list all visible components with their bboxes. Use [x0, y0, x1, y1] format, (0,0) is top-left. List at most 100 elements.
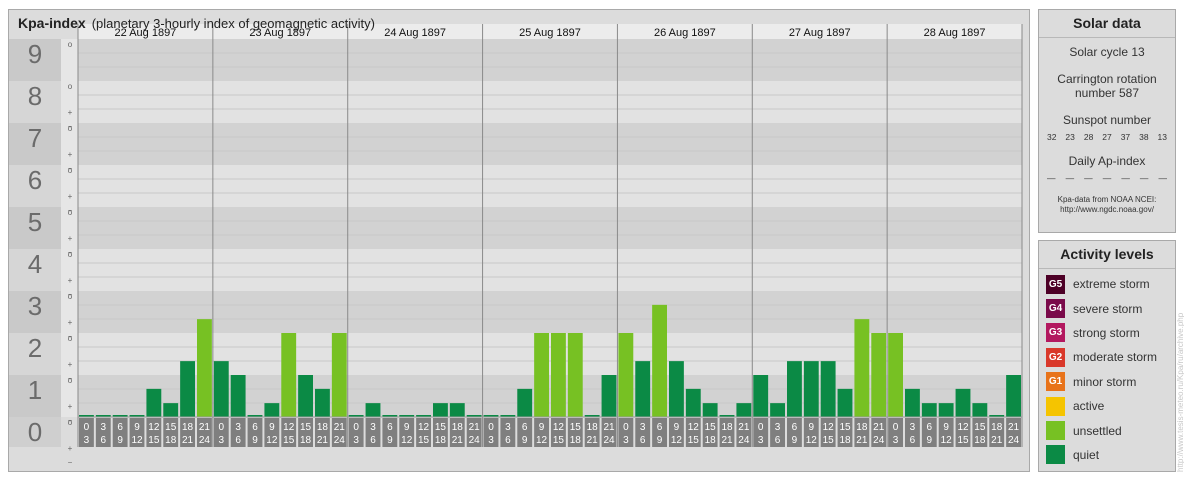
- sunspot-value: 32: [1047, 132, 1057, 142]
- kp-bar: [787, 361, 802, 417]
- level-label: quiet: [1073, 447, 1100, 462]
- interval-end: 3: [758, 435, 764, 446]
- day-label: 24 Aug 1897: [384, 27, 446, 39]
- level-label: moderate storm: [1073, 350, 1158, 365]
- interval-start: 18: [721, 422, 733, 433]
- sunspot-value: 23: [1065, 132, 1075, 142]
- y-band: [78, 81, 1022, 123]
- kp-bar: [517, 388, 533, 417]
- kp-bar: [702, 403, 718, 417]
- interval-start: 15: [300, 422, 312, 433]
- interval-end: 18: [300, 435, 312, 446]
- y-tick-label: 4: [28, 249, 42, 279]
- kp-bar: [972, 403, 988, 417]
- interval-end: 15: [957, 435, 969, 446]
- ap-value: —: [1139, 173, 1149, 183]
- carrington-line1: Carrington rotation: [1057, 72, 1157, 86]
- sunspot-title: Sunspot number: [1062, 113, 1152, 127]
- interval-end: 6: [910, 435, 916, 446]
- interval-end: 3: [893, 435, 899, 446]
- kp-bar: [298, 375, 313, 417]
- day-label: 28 Aug 1897: [924, 27, 986, 39]
- interval-end: 9: [252, 435, 258, 446]
- interval-end: 15: [418, 435, 430, 446]
- interval-end: 12: [266, 435, 278, 446]
- carrington-line2: number 587: [1074, 86, 1140, 100]
- interval-start: 21: [603, 422, 615, 433]
- kp-bar: [803, 361, 819, 417]
- kpa-chart-panel: 0 o + −1 o + −2 o + −3 o + −4 o + −5 o + −6 o + −7 o + −8 o + −9 o 22…: [8, 9, 1030, 472]
- interval-start: 9: [269, 422, 275, 433]
- level-label: strong storm: [1073, 325, 1140, 340]
- interval-start: 15: [570, 422, 582, 433]
- day-label: 25 Aug 1897: [519, 27, 581, 39]
- interval-end: 24: [1008, 435, 1020, 446]
- activity-level-g3: G3 strong storm: [1039, 321, 1175, 345]
- interval-start: 0: [758, 422, 764, 433]
- y-band: [78, 123, 1022, 165]
- kp-bar: [534, 333, 549, 417]
- y-band: [78, 207, 1022, 249]
- interval-end: 9: [522, 435, 528, 446]
- kp-bar: [146, 388, 162, 417]
- activity-level-active: active: [1039, 394, 1175, 418]
- interval-start: 6: [522, 422, 528, 433]
- interval-end: 15: [148, 435, 160, 446]
- solar-data-panel: Solar data Solar cycle 13 Carrington rot…: [1038, 9, 1176, 233]
- kp-bar: [652, 304, 667, 417]
- y-tick-label: 2: [28, 333, 42, 363]
- interval-start: 6: [927, 422, 933, 433]
- interval-end: 21: [182, 435, 194, 446]
- kp-bar: [1006, 375, 1021, 417]
- kp-bar: [753, 375, 769, 417]
- level-swatch: G3: [1046, 323, 1065, 343]
- interval-end: 15: [553, 435, 565, 446]
- interval-end: 6: [505, 435, 511, 446]
- ap-value: —: [1121, 173, 1130, 183]
- y-minor-tick: +: [68, 150, 73, 159]
- y-minor-tick: −: [68, 248, 73, 257]
- interval-start: 0: [893, 422, 899, 433]
- interval-end: 21: [721, 435, 733, 446]
- level-swatch: G5: [1046, 274, 1065, 294]
- ap-value: —: [1158, 173, 1167, 183]
- interval-end: 21: [317, 435, 329, 446]
- kp-bar: [618, 333, 634, 417]
- interval-start: 3: [505, 422, 511, 433]
- interval-end: 12: [671, 435, 683, 446]
- y-minor-tick: −: [68, 206, 73, 215]
- interval-end: 12: [806, 435, 818, 446]
- interval-end: 15: [283, 435, 295, 446]
- interval-start: 0: [623, 422, 629, 433]
- level-swatch: [1046, 396, 1065, 416]
- y-band: [78, 165, 1022, 207]
- interval-start: 15: [974, 422, 986, 433]
- level-swatch: G1: [1046, 372, 1065, 392]
- y-minor-tick: −: [68, 122, 73, 131]
- interval-start: 6: [657, 422, 663, 433]
- interval-end: 24: [199, 435, 211, 446]
- sunspot-value: 38: [1139, 132, 1149, 142]
- kp-bar: [871, 333, 887, 417]
- interval-end: 24: [603, 435, 615, 446]
- level-label: active: [1073, 399, 1105, 414]
- interval-start: 12: [553, 422, 565, 433]
- kp-bar: [365, 403, 381, 417]
- interval-start: 18: [452, 422, 464, 433]
- interval-start: 9: [404, 422, 410, 433]
- chart-subtitle: (planetary 3-hourly index of geomagnetic…: [91, 16, 375, 31]
- day-label: 26 Aug 1897: [654, 27, 716, 39]
- chart-title: Kpa-index: [18, 15, 86, 31]
- activity-level-g5: G5 extreme storm: [1039, 272, 1175, 296]
- y-minor-tick: −: [68, 416, 73, 425]
- sunspot-value: 28: [1083, 132, 1094, 142]
- interval-start: 3: [101, 422, 107, 433]
- y-tick-label: 0: [28, 417, 42, 447]
- y-minor-tick: −: [68, 374, 73, 383]
- activity-levels-panel: Activity levels G5 extreme storm G4 seve…: [1038, 240, 1176, 472]
- y-minor-tick: +: [68, 108, 73, 117]
- source-link[interactable]: http://www.ngdc.noaa.gov/: [1039, 205, 1175, 215]
- interval-start: 15: [705, 422, 717, 433]
- level-swatch: G4: [1046, 299, 1065, 319]
- activity-level-g4: G4 severe storm: [1039, 296, 1175, 320]
